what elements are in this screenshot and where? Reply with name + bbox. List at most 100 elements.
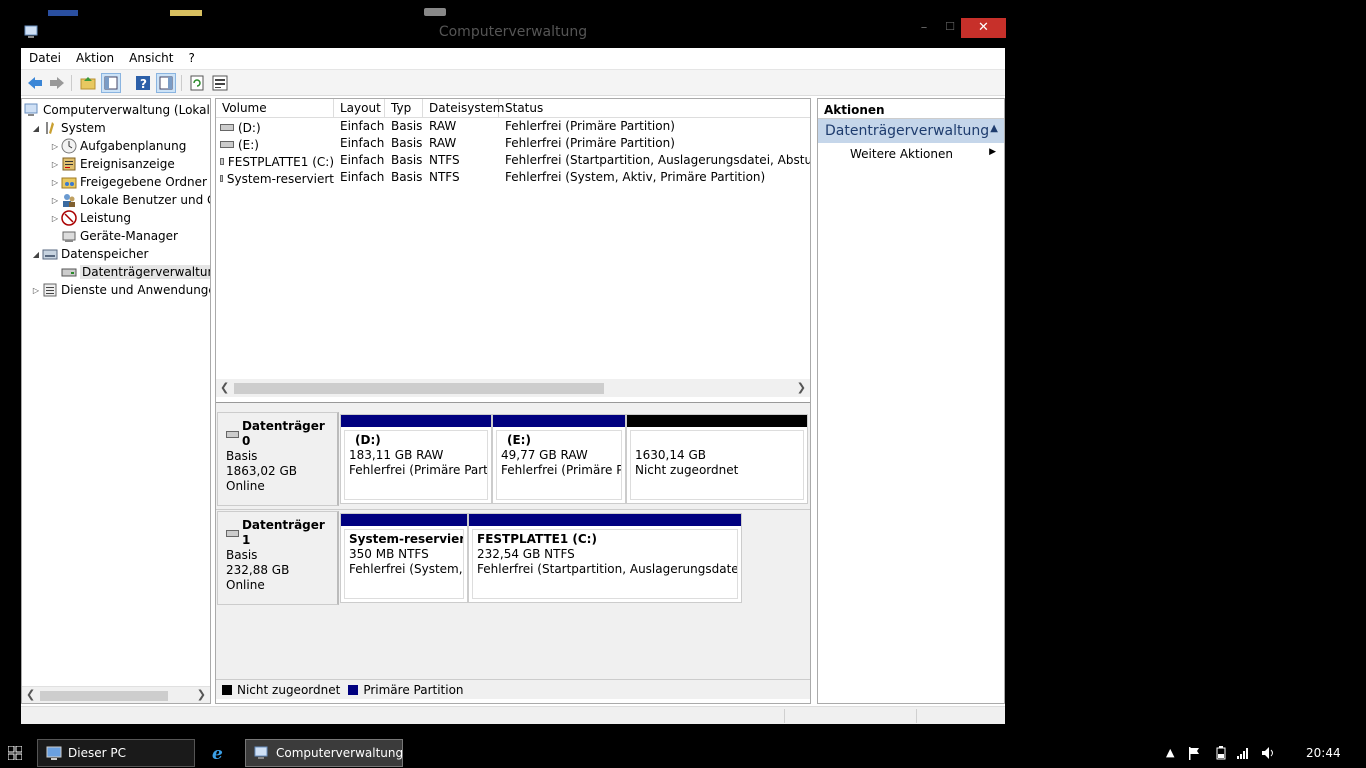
tree-item-geraete-manager[interactable]: Geräte-Manager [61,227,178,245]
collapse-arrow-icon[interactable]: ◢ [30,124,42,133]
disk-1-label[interactable]: Datenträger 1 Basis 232,88 GB Online [217,511,339,605]
scroll-left-icon[interactable]: ❮ [220,381,229,394]
action-section-header[interactable]: Datenträgerverwaltung ▲ [818,119,1004,143]
taskbar-button-dieser-pc[interactable]: Dieser PC [37,739,195,767]
tree-item-dienste[interactable]: ▷ Dienste und Anwendungen [30,281,210,299]
expand-arrow-icon[interactable]: ▷ [49,196,61,205]
show-hidden-icons-icon[interactable]: ▲ [1166,746,1174,759]
partition-status: Fehlerfrei (Primäre Partition) [349,463,488,477]
column-dateisystem[interactable]: Dateisystem [423,99,504,118]
desktop-icon-partial[interactable] [170,10,202,16]
expand-arrow-icon[interactable]: ▷ [30,286,42,295]
tree-item-datenspeicher[interactable]: ◢ Datenspeicher [30,245,148,263]
submenu-arrow-icon: ▶ [989,147,996,157]
column-typ[interactable]: Typ [385,99,423,118]
action-weitere-aktionen[interactable]: Weitere Aktionen ▶ [818,143,1004,163]
legend-swatch-unallocated [222,684,232,695]
partition-e[interactable]: (E:) 49,77 GB RAW Fehlerfrei (Primäre Pa… [492,414,626,504]
tree-label: Datenspeicher [61,247,149,261]
start-icon[interactable] [7,745,23,763]
primary-partition-bar [469,514,741,526]
partition-size: 183,11 GB RAW [349,448,444,462]
menu-help[interactable]: ? [180,48,201,65]
toolbar-separator [71,75,72,91]
taskbar-button-computerverwaltung[interactable]: Computerverwaltung [245,739,403,767]
close-button[interactable]: ✕ [961,18,1006,38]
collapse-arrow-icon[interactable]: ◢ [30,250,42,259]
network-signal-icon[interactable] [1236,746,1250,763]
column-layout[interactable]: Layout [334,99,385,118]
show-hide-console-tree-icon[interactable] [101,73,121,93]
partition-title: FESTPLATTE1 (C:) [477,532,597,546]
menu-ansicht[interactable]: Ansicht [121,48,180,65]
tree-item-root[interactable]: Computerverwaltung (Lokal) [24,101,210,119]
computer-management-window: Computerverwaltung – ☐ ✕ Datei Aktion Ansi… [20,18,1006,724]
volume-row[interactable]: (E:) Einfach Basis RAW Fehlerfrei (Primä… [216,136,810,153]
expand-arrow-icon[interactable]: ▷ [49,178,61,187]
scrollbar-thumb[interactable] [234,383,604,394]
tree-item-ereignisanzeige[interactable]: ▷ Ereignisanzeige [49,155,175,173]
tree-horizontal-scrollbar[interactable]: ❮ ❯ [22,686,210,703]
expand-arrow-icon[interactable]: ▷ [49,142,61,151]
computer-management-icon [24,102,40,118]
back-icon[interactable] [25,73,45,93]
disk-0-label[interactable]: Datenträger 0 Basis 1863,02 GB Online [217,412,339,506]
battery-icon[interactable] [1216,746,1226,763]
partition-d[interactable]: (D:) 183,11 GB RAW Fehlerfrei (Primäre P… [340,414,492,504]
maximize-button[interactable]: ☐ [940,20,960,40]
drive-icon [220,124,234,131]
show-hide-action-pane-icon[interactable] [156,73,176,93]
up-folder-icon[interactable] [78,73,98,93]
column-status[interactable]: Status [499,99,810,118]
tree-item-datentraegerverwaltung[interactable]: Datenträgerverwaltung [61,263,210,281]
internet-explorer-icon[interactable]: e [211,744,229,765]
volume-row[interactable]: FESTPLATTE1 (C:) Einfach Basis NTFS Fehl… [216,153,810,170]
tree-label: Lokale Benutzer und Gruppen [80,193,210,207]
clock[interactable]: 20:44 [1306,746,1341,760]
collapse-up-icon[interactable]: ▲ [990,123,998,134]
scroll-right-icon[interactable]: ❯ [197,688,206,701]
volume-row[interactable]: System-reserviert Einfach Basis NTFS Feh… [216,170,810,187]
volume-layout: Einfach [340,153,385,167]
scroll-right-icon[interactable]: ❯ [797,381,806,394]
legend-swatch-primary [348,684,359,695]
column-volume[interactable]: Volume [216,99,334,118]
scroll-left-icon[interactable]: ❮ [26,688,35,701]
forward-icon[interactable] [47,73,67,93]
menu-aktion[interactable]: Aktion [68,48,121,65]
expand-arrow-icon[interactable]: ▷ [49,214,61,223]
help-icon[interactable]: ? [133,73,153,93]
desktop-icon-partial[interactable] [48,10,78,16]
refresh-icon[interactable] [187,73,207,93]
recycle-bin-icon[interactable] [424,8,446,16]
device-manager-icon [61,228,77,244]
tree-item-lokale-benutzer[interactable]: ▷ Lokale Benutzer und Gruppen [49,191,210,209]
partition-system-reserved[interactable]: System-reserviert 350 MB NTFS Fehlerfrei… [340,513,468,603]
partition-c[interactable]: FESTPLATTE1 (C:) 232,54 GB NTFS Fehlerfr… [468,513,742,603]
legend-label-unallocated: Nicht zugeordnet [237,682,341,697]
scrollbar-thumb[interactable] [40,691,168,701]
menu-datei[interactable]: Datei [21,48,68,65]
tree-item-freigegebene-ordner[interactable]: ▷ Freigegebene Ordner [49,173,207,191]
tree-item-leistung[interactable]: ▷ Leistung [49,209,131,227]
partition-size: 1630,14 GB [635,448,706,462]
event-viewer-icon [61,156,77,172]
volume-filesystem: RAW [429,119,457,133]
minimize-button[interactable]: – [914,20,934,40]
action-label: Weitere Aktionen [850,147,953,161]
tree-item-aufgabenplanung[interactable]: ▷ Aufgabenplanung [49,137,186,155]
action-center-flag-icon[interactable] [1187,746,1201,763]
tree-label: Geräte-Manager [80,229,178,243]
disk-management-icon [61,264,77,280]
disk-state: Online [226,479,265,493]
volume-icon[interactable] [1261,746,1275,763]
volume-row[interactable]: (D:) Einfach Basis RAW Fehlerfrei (Primä… [216,119,810,136]
volume-horizontal-scrollbar[interactable]: ❮ ❯ [216,379,810,397]
primary-partition-bar [341,415,491,427]
expand-arrow-icon[interactable]: ▷ [49,160,61,169]
status-bar [21,706,1005,724]
properties-icon[interactable] [210,73,230,93]
divider [216,509,810,510]
tree-item-system[interactable]: ◢ System [30,119,106,137]
partition-unallocated[interactable]: 1630,14 GB Nicht zugeordnet [626,414,808,504]
